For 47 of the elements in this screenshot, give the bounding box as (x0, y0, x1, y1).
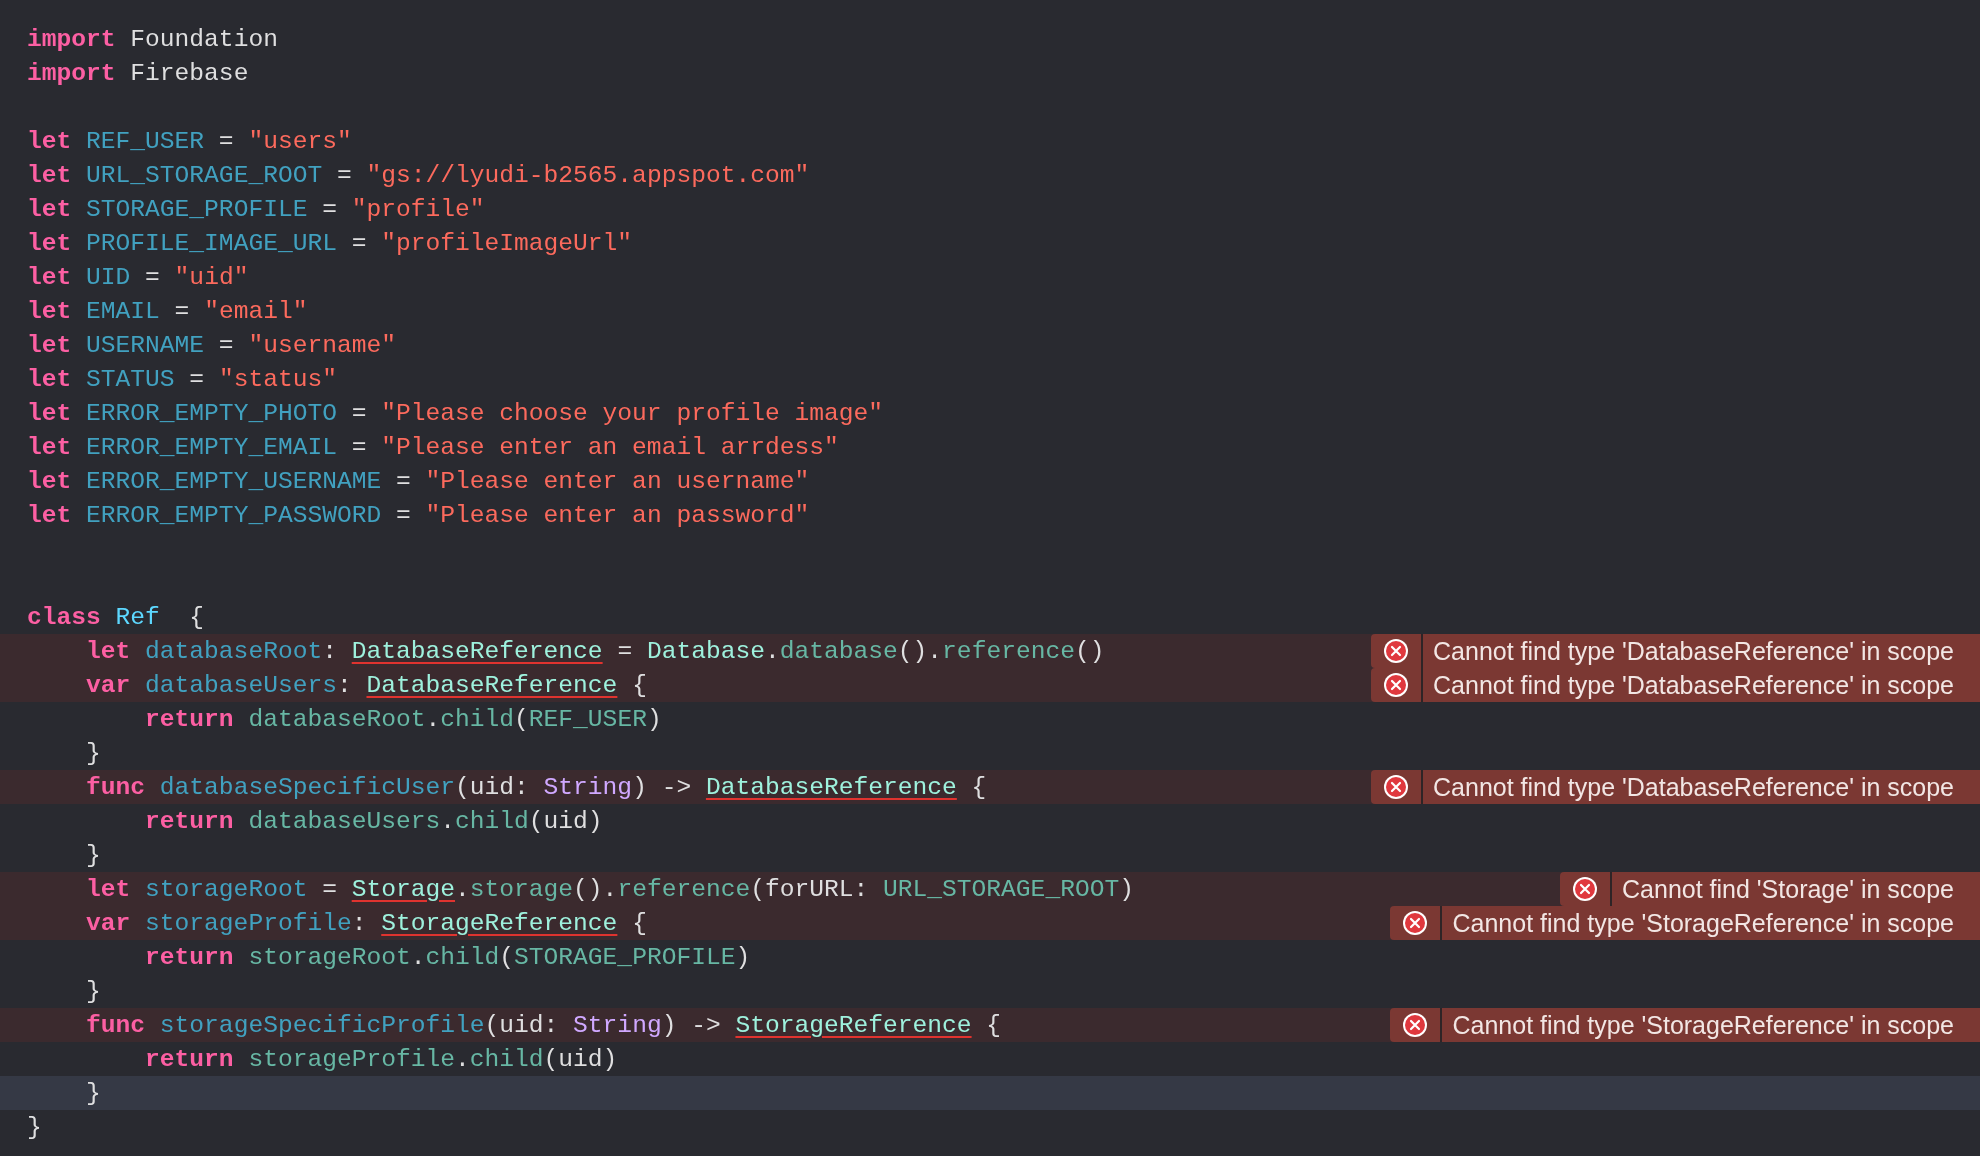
error-icon (1383, 672, 1409, 698)
code-line: let databaseRoot: DatabaseReference = Database.database().reference() (85, 636, 1105, 667)
code-line: return databaseRoot.child(REF_USER) (144, 704, 662, 735)
code-line: var storageProfile: StorageReference { (85, 908, 647, 939)
code-line: let STATUS = "status" (26, 364, 337, 395)
code-line: let STORAGE_PROFILE = "profile" (26, 194, 485, 225)
code-line: let UID = "uid" (26, 262, 249, 293)
code-line: } (85, 840, 101, 871)
code-line: let storageRoot = Storage.storage().reference(forURL: URL_STORAGE_ROOT) (85, 874, 1134, 905)
error-badge[interactable]: Cannot find 'Storage' in scope (1560, 872, 1980, 906)
error-message: Cannot find 'Storage' in scope (1621, 873, 1955, 905)
error-badge[interactable]: Cannot find type 'DatabaseReference' in scope (1371, 668, 1980, 702)
error-icon (1402, 910, 1429, 936)
error-badge[interactable]: Cannot find type 'StorageReference' in scope (1390, 1008, 1980, 1042)
code-line: func databaseSpecificUser(uid: String) -> DatabaseReference { (85, 772, 987, 803)
error-icon (1572, 876, 1598, 902)
code-line: let ERROR_EMPTY_PASSWORD = "Please enter an password" (26, 500, 810, 531)
error-message: Cannot find type 'StorageReference' in scope (1451, 907, 1955, 939)
code-line: let REF_USER = "users" (26, 126, 352, 157)
code-line: let ERROR_EMPTY_USERNAME = "Please enter an username" (26, 466, 810, 497)
code-line: import Foundation (26, 24, 278, 55)
code-line: } (85, 738, 101, 769)
error-message: Cannot find type 'DatabaseReference' in scope (1432, 669, 1955, 701)
code-line: let USERNAME = "username" (26, 330, 396, 361)
error-message: Cannot find type 'DatabaseReference' in scope (1432, 635, 1955, 667)
error-icon (1402, 1012, 1429, 1038)
code-line: let EMAIL = "email" (26, 296, 308, 327)
code-line: let URL_STORAGE_ROOT = "gs://lyudi-b2565.appspot.com" (26, 160, 810, 191)
error-badge[interactable]: Cannot find type 'DatabaseReference' in scope (1371, 770, 1980, 804)
code-line: return storageProfile.child(uid) (144, 1044, 618, 1075)
error-badge[interactable]: Cannot find type 'StorageReference' in scope (1390, 906, 1980, 940)
code-line: class Ref { (26, 602, 205, 633)
error-message: Cannot find type 'DatabaseReference' in scope (1432, 771, 1955, 803)
code-line: func storageSpecificProfile(uid: String) -> StorageReference { (85, 1010, 1002, 1041)
code-line: return storageRoot.child(STORAGE_PROFILE) (144, 942, 751, 973)
code-line: return databaseUsers.child(uid) (144, 806, 603, 837)
code-line: let PROFILE_IMAGE_URL = "profileImageUrl" (26, 228, 633, 259)
code-line: } (85, 976, 101, 1007)
error-icon (1383, 638, 1409, 664)
code-line: var databaseUsers: DatabaseReference { (85, 670, 647, 701)
code-line: let ERROR_EMPTY_PHOTO = "Please choose your profile image" (26, 398, 883, 429)
code-line: import Firebase (26, 58, 249, 89)
code-line: let ERROR_EMPTY_EMAIL = "Please enter an email arrdess" (26, 432, 839, 463)
error-badge[interactable]: Cannot find type 'DatabaseReference' in scope (1371, 634, 1980, 668)
code-line: } (26, 1112, 42, 1143)
error-message: Cannot find type 'StorageReference' in scope (1451, 1009, 1955, 1041)
error-icon (1383, 774, 1409, 800)
